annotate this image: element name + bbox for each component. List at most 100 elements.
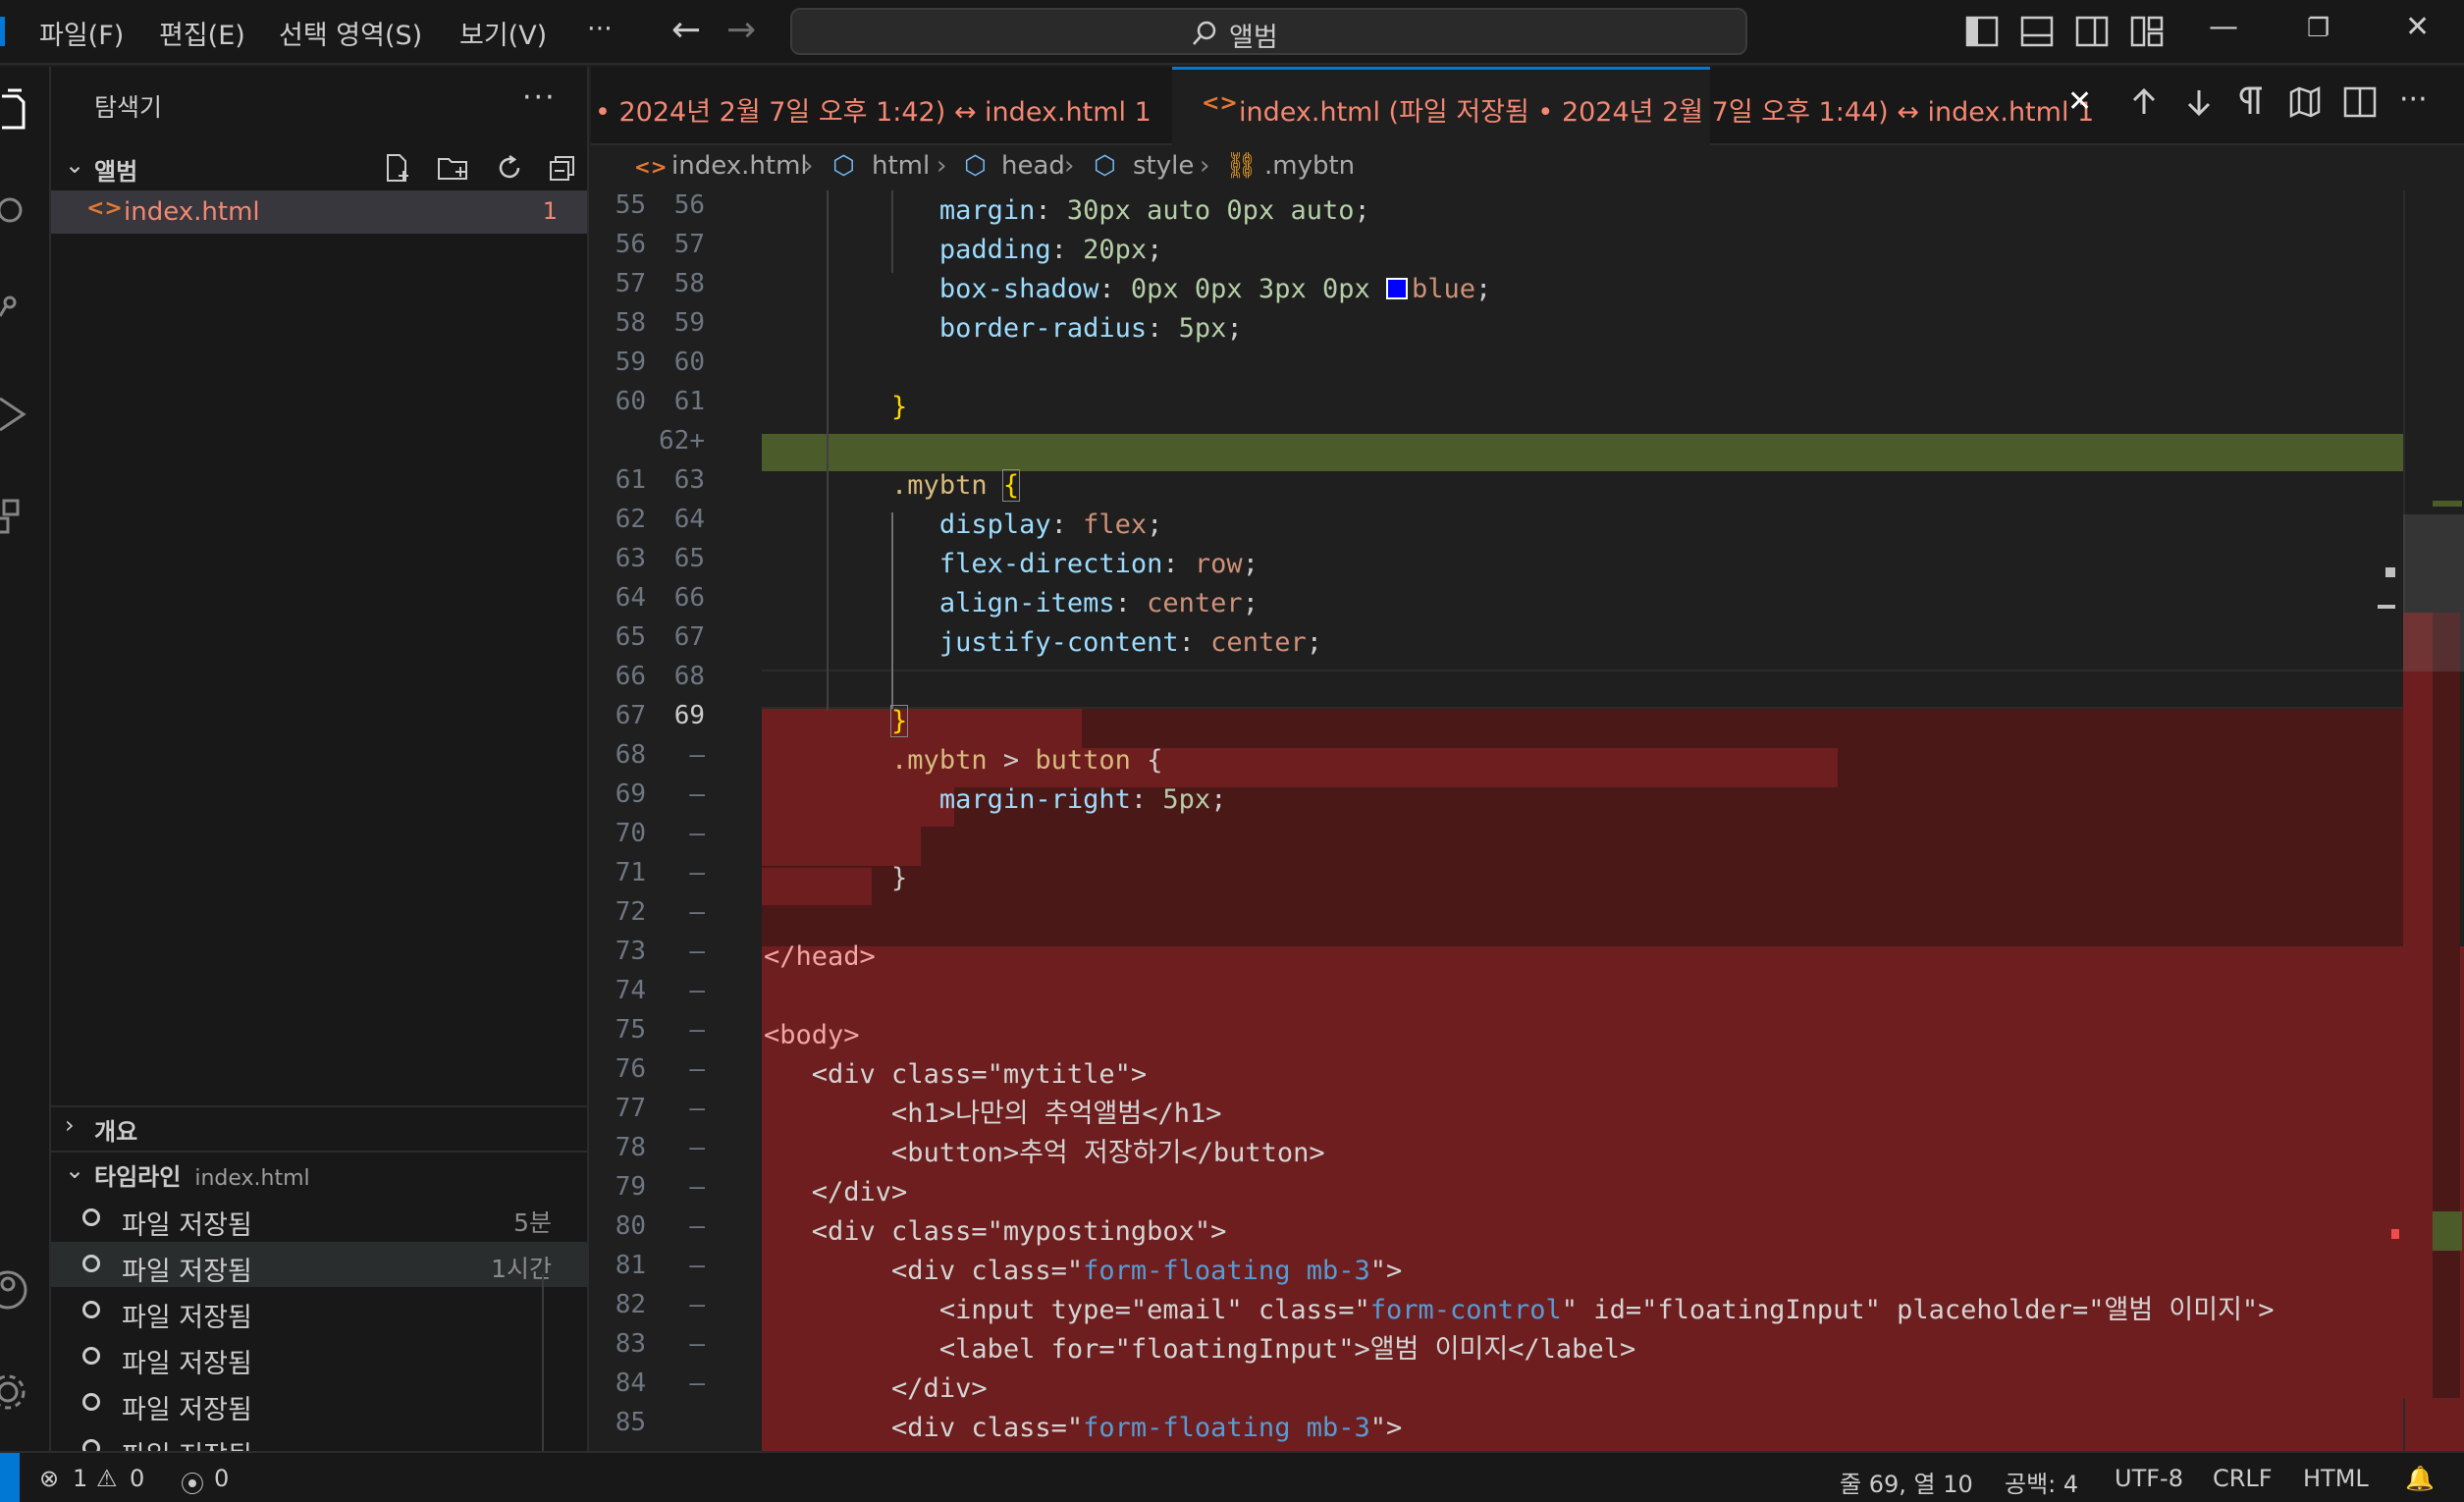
timeline-item[interactable]: 파일 저장됨 [51, 1380, 587, 1425]
css-brace: } [890, 705, 909, 737]
ports-icon[interactable]: ⦿ [181, 1465, 204, 1499]
split-editor-icon[interactable] [2342, 84, 2378, 120]
toggle-secondary-sidebar-icon[interactable] [2075, 16, 2109, 47]
line-number-original: 69 [615, 779, 646, 809]
back-arrow-icon[interactable]: ← [671, 10, 701, 50]
error-count[interactable]: 1 [73, 1465, 87, 1492]
breadcrumb-item[interactable]: style [1133, 151, 1194, 181]
menu-view[interactable]: 보기(V) [459, 14, 547, 52]
line-number-original: 67 [615, 701, 646, 730]
folder-header[interactable]: ⌄ 앨범 [51, 147, 589, 187]
minimize-icon[interactable]: — [2209, 10, 2238, 44]
error-icon[interactable]: ⊗ [39, 1465, 59, 1492]
forward-arrow-icon[interactable]: → [726, 10, 756, 50]
code-line: <div class="form-floating mb-3"> [764, 1251, 2010, 1291]
tab-diff-left[interactable]: • 2024년 2월 7일 오후 1:42) ↔ index.html 1 [591, 67, 1170, 145]
html-tag: <h1>나만의 추억앨범</h1> [891, 1099, 1222, 1129]
pilcrow-icon[interactable] [2234, 84, 2270, 120]
line-number-modified: — [689, 937, 705, 966]
menu-file[interactable]: 파일(F) [39, 14, 124, 52]
close-window-icon[interactable]: ✕ [2405, 10, 2430, 44]
timeline-item[interactable]: 파일 저장됨 [51, 1334, 587, 1379]
chevron-down-icon: ⌄ [65, 1156, 85, 1184]
breadcrumb-item[interactable]: head [1001, 151, 1065, 181]
toggle-primary-sidebar-icon[interactable] [1965, 16, 1999, 47]
restore-icon[interactable]: ❐ [2307, 14, 2330, 43]
accounts-icon[interactable] [0, 1266, 39, 1315]
indentation[interactable]: 공백: 4 [2005, 1465, 2078, 1499]
cursor-marker [2378, 605, 2395, 609]
new-folder-icon[interactable] [437, 153, 470, 183]
refresh-icon[interactable] [495, 153, 524, 183]
scrollbar-track[interactable] [542, 1274, 544, 1451]
tab-diff-active[interactable]: <> index.html (파일 저장됨 • 2024년 2월 7일 오후 1… [1172, 67, 2094, 145]
encoding[interactable]: UTF-8 [2115, 1465, 2183, 1492]
toggle-panel-icon[interactable] [2020, 16, 2054, 47]
menu-edit[interactable]: 편집(E) [159, 14, 245, 52]
timeline-header[interactable]: ⌄ 타임라인 index.html [51, 1153, 589, 1192]
line-number-modified: 61 [673, 387, 705, 416]
end-of-line[interactable]: CRLF [2213, 1465, 2273, 1492]
menu-selection[interactable]: 선택 영역(S) [279, 14, 422, 52]
chevron-right-icon: › [803, 151, 814, 181]
commit-dot-icon [82, 1347, 100, 1365]
editor-more-icon[interactable]: ··· [2399, 82, 2428, 117]
open-file-icon[interactable] [2287, 84, 2323, 120]
warning-count[interactable]: 0 [130, 1465, 144, 1492]
breadcrumb-item[interactable]: .mybtn [1264, 151, 1355, 181]
html-tag: <div class=" [891, 1413, 1084, 1443]
extensions-icon[interactable] [0, 495, 39, 544]
breadcrumb-item[interactable]: index.html [671, 151, 808, 181]
next-change-icon[interactable] [2181, 84, 2217, 120]
code-line: <div class="mytitle"> [764, 1054, 2010, 1095]
source-control-icon[interactable] [0, 289, 39, 338]
search-view-icon[interactable] [0, 190, 39, 240]
code-line: margin: 30px auto 0px auto; [938, 195, 1370, 226]
scrollbar-thumb[interactable] [2403, 514, 2464, 671]
run-debug-icon[interactable] [0, 391, 39, 440]
line-number-original: 78 [615, 1133, 646, 1162]
html-file-icon: <> [634, 155, 668, 179]
line-number-modified: — [689, 1290, 705, 1319]
cursor-position[interactable]: 줄 69, 열 10 [1840, 1465, 1973, 1499]
line-number-modified: — [689, 819, 705, 848]
close-tab-button[interactable]: ✕ [2067, 67, 2097, 145]
timeline-item[interactable]: 파일 저장됨 5분 [51, 1196, 587, 1241]
ports-count[interactable]: 0 [214, 1465, 229, 1492]
diff-editor[interactable]: 55 56 56 57 57 58 58 59 59 60 60 61 62+ 61 63 62 64 63 65 6… [591, 190, 2464, 1451]
color-swatch-icon[interactable] [1385, 278, 1408, 299]
css-combinator: > [1002, 745, 1020, 776]
previous-change-icon[interactable] [2126, 84, 2162, 120]
line-number-original [601, 426, 646, 465]
command-center-search[interactable]: 앨범 [790, 8, 1747, 55]
line-number-original: 65 [615, 622, 646, 652]
collapse-all-icon[interactable] [548, 153, 577, 183]
breadcrumb-item[interactable]: html [872, 151, 930, 181]
gear-icon[interactable] [0, 1368, 39, 1418]
line-number-modified: 58 [673, 269, 705, 298]
css-property: margin-right [938, 784, 1131, 815]
css-property: margin [938, 195, 1036, 226]
sidebar-more-button[interactable]: ··· [522, 80, 557, 115]
timeline-item[interactable]: 파일 저장됨 1시간 [51, 1242, 587, 1287]
bell-icon[interactable]: 🔔 [2405, 1465, 2435, 1492]
file-item-index-html[interactable]: <> index.html 1 [51, 190, 587, 234]
line-number-original: 56 [615, 230, 646, 259]
code-line: } [764, 858, 2010, 898]
outline-header[interactable]: › 개요 [51, 1107, 589, 1147]
css-brace: } [891, 863, 908, 893]
element-icon: ⬡ [1094, 151, 1116, 181]
line-number-modified: 66 [673, 583, 705, 613]
customize-layout-icon[interactable] [2130, 16, 2164, 47]
menu-more[interactable]: ··· [587, 14, 613, 44]
explorer-icon[interactable] [0, 88, 39, 137]
timeline-item[interactable]: 파일 저장됨 [51, 1426, 587, 1451]
language-mode[interactable]: HTML [2303, 1465, 2369, 1492]
warning-icon[interactable]: ⚠ [96, 1465, 118, 1492]
line-number-original: 76 [615, 1054, 646, 1084]
remote-indicator[interactable] [0, 1453, 20, 1502]
new-file-icon[interactable] [384, 153, 413, 183]
code-line: </div> [764, 1172, 2010, 1212]
timeline-item[interactable]: 파일 저장됨 [51, 1288, 587, 1333]
line-number-original: 60 [615, 387, 646, 416]
